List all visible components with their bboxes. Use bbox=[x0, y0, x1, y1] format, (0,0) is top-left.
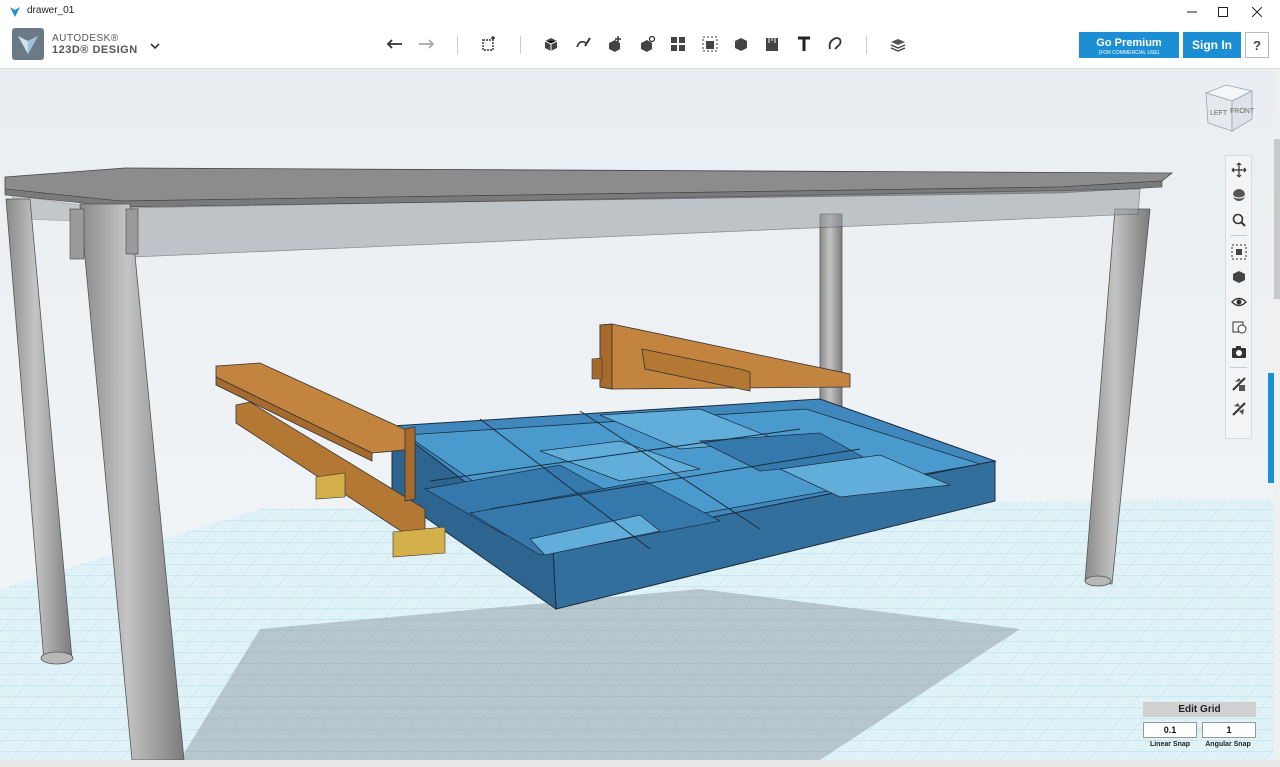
visibility-icon[interactable] bbox=[1228, 291, 1249, 312]
app-icon bbox=[9, 5, 21, 23]
screenshot-icon[interactable] bbox=[1228, 341, 1249, 362]
material-icon[interactable] bbox=[886, 33, 910, 55]
redo-icon[interactable] bbox=[414, 33, 438, 55]
3d-viewport[interactable]: LEFT FRONT Edit Grid 0.1 1 Linear Snap A… bbox=[0, 69, 1274, 760]
view-icon[interactable] bbox=[1228, 266, 1249, 287]
grid-settings-panel: Edit Grid 0.1 1 Linear Snap Angular Snap bbox=[1143, 702, 1256, 755]
nav-divider bbox=[1230, 235, 1247, 236]
linear-snap-label: Linear Snap bbox=[1149, 741, 1191, 748]
modify-icon[interactable] bbox=[635, 33, 659, 55]
help-button[interactable]: ? bbox=[1245, 32, 1269, 58]
construct-icon[interactable] bbox=[603, 33, 627, 55]
orbit-icon[interactable] bbox=[1228, 184, 1249, 205]
linear-snap-field[interactable]: 0.1 bbox=[1143, 722, 1197, 738]
scene-canvas[interactable] bbox=[0, 69, 1274, 760]
app-window: drawer_01 AUTODESK® 123D® DESIGN Go Prem… bbox=[0, 0, 1280, 767]
toolbar-divider bbox=[457, 36, 458, 54]
app-logo[interactable] bbox=[12, 28, 44, 60]
angular-snap-field[interactable]: 1 bbox=[1202, 722, 1256, 738]
edit-grid-button[interactable]: Edit Grid bbox=[1143, 702, 1256, 717]
nav-divider bbox=[1230, 367, 1247, 368]
snap-icon[interactable] bbox=[823, 33, 847, 55]
sign-in-button[interactable]: Sign In bbox=[1183, 32, 1241, 58]
text-icon[interactable] bbox=[792, 33, 816, 55]
bottom-edge bbox=[0, 760, 1280, 767]
pattern-icon[interactable] bbox=[666, 33, 690, 55]
transform-icon[interactable] bbox=[477, 33, 501, 55]
angular-snap-label: Angular Snap bbox=[1205, 741, 1251, 748]
group-icon[interactable] bbox=[698, 33, 722, 55]
viewcube-front-label: FRONT bbox=[1230, 108, 1255, 115]
zoom-icon[interactable] bbox=[1228, 209, 1249, 230]
combine-icon[interactable] bbox=[729, 33, 753, 55]
toolbar-divider bbox=[520, 36, 521, 54]
window-title: drawer_01 bbox=[27, 5, 75, 16]
close-button[interactable] bbox=[1240, 0, 1274, 24]
undo-icon[interactable] bbox=[383, 33, 407, 55]
pan-icon[interactable] bbox=[1228, 159, 1249, 180]
view-cube[interactable]: LEFT FRONT bbox=[1200, 83, 1256, 135]
product-name: 123D® DESIGN bbox=[52, 44, 138, 56]
hide-icon[interactable] bbox=[1228, 398, 1249, 419]
viewcube-left-label: LEFT bbox=[1210, 110, 1228, 117]
chevron-down-icon[interactable] bbox=[149, 38, 161, 56]
materials-view-icon[interactable] bbox=[1228, 316, 1249, 337]
app-toolbar: AUTODESK® 123D® DESIGN Go Premium (FOR C… bbox=[0, 24, 1280, 69]
navigation-bar bbox=[1225, 155, 1252, 439]
right-scrollbar[interactable] bbox=[1274, 69, 1280, 760]
premium-label: Go Premium bbox=[1096, 36, 1162, 49]
snap-tool-icon[interactable] bbox=[1228, 373, 1249, 394]
fit-icon[interactable] bbox=[1228, 241, 1249, 262]
minimize-button[interactable] bbox=[1175, 0, 1209, 24]
title-bar: drawer_01 bbox=[0, 0, 1280, 25]
measure-icon[interactable] bbox=[760, 33, 784, 55]
premium-sublabel: (FOR COMMERCIAL USE) bbox=[1098, 49, 1160, 56]
brand-name: AUTODESK® bbox=[52, 33, 119, 44]
toolbar-divider bbox=[866, 36, 867, 54]
sketch-icon[interactable] bbox=[571, 33, 595, 55]
side-panel-toggle[interactable] bbox=[1268, 373, 1274, 483]
primitives-icon[interactable] bbox=[539, 33, 563, 55]
scrollbar-thumb[interactable] bbox=[1274, 139, 1280, 299]
go-premium-button[interactable]: Go Premium (FOR COMMERCIAL USE) bbox=[1079, 32, 1179, 58]
maximize-button[interactable] bbox=[1206, 0, 1240, 24]
